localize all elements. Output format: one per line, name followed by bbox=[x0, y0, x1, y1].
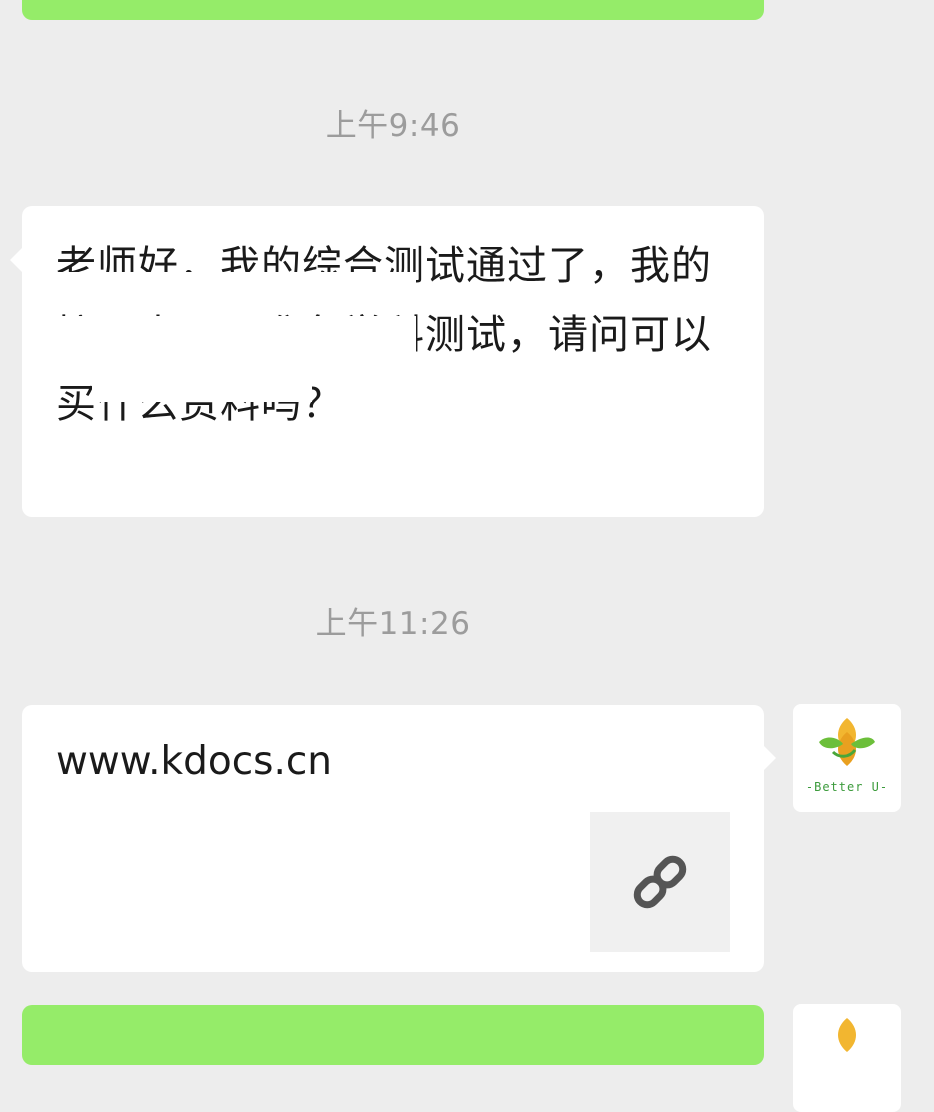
bubble-tail bbox=[10, 248, 22, 272]
avatar[interactable]: -Better U- bbox=[793, 704, 901, 812]
sent-message-bubble-bottom[interactable] bbox=[22, 1005, 764, 1065]
received-message-bubble[interactable]: 老师好，我的综合测试通过了，我的接下来需要准备学科测试，请问可以买什么资料吗？ bbox=[22, 206, 764, 517]
redaction-mask bbox=[52, 272, 416, 312]
link-url: www.kdocs.cn bbox=[56, 739, 333, 784]
bubble-tail bbox=[764, 746, 776, 770]
timestamp-2: 上午11:26 bbox=[315, 606, 471, 642]
link-card[interactable]: www.kdocs.cn bbox=[22, 705, 764, 972]
redaction-mask bbox=[52, 316, 416, 382]
logo-icon bbox=[819, 718, 875, 766]
sent-message-bubble-top[interactable] bbox=[22, 0, 764, 20]
timestamp-1: 上午9:46 bbox=[325, 108, 461, 144]
link-icon bbox=[633, 855, 687, 909]
link-thumbnail bbox=[590, 812, 730, 952]
logo-icon bbox=[838, 1018, 856, 1052]
avatar-label: -Better U- bbox=[805, 780, 889, 794]
redaction-mask bbox=[92, 376, 312, 402]
avatar[interactable] bbox=[793, 1004, 901, 1112]
